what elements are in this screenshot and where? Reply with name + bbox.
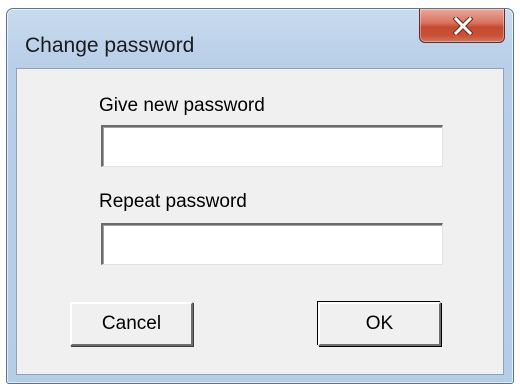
ok-button[interactable]: OK — [318, 302, 441, 346]
dialog-title: Change password — [25, 34, 195, 57]
close-icon — [453, 17, 473, 35]
new-password-label: Give new password — [99, 95, 265, 116]
change-password-dialog: Change password Give new password Repeat… — [6, 8, 514, 384]
close-button[interactable] — [419, 9, 505, 43]
cancel-button[interactable]: Cancel — [70, 302, 193, 346]
title-bar[interactable]: Change password — [7, 9, 513, 67]
dialog-content: Give new password Repeat password Cancel… — [16, 68, 504, 375]
repeat-password-field[interactable] — [101, 223, 443, 265]
new-password-field[interactable] — [101, 125, 443, 167]
repeat-password-label: Repeat password — [99, 191, 247, 212]
